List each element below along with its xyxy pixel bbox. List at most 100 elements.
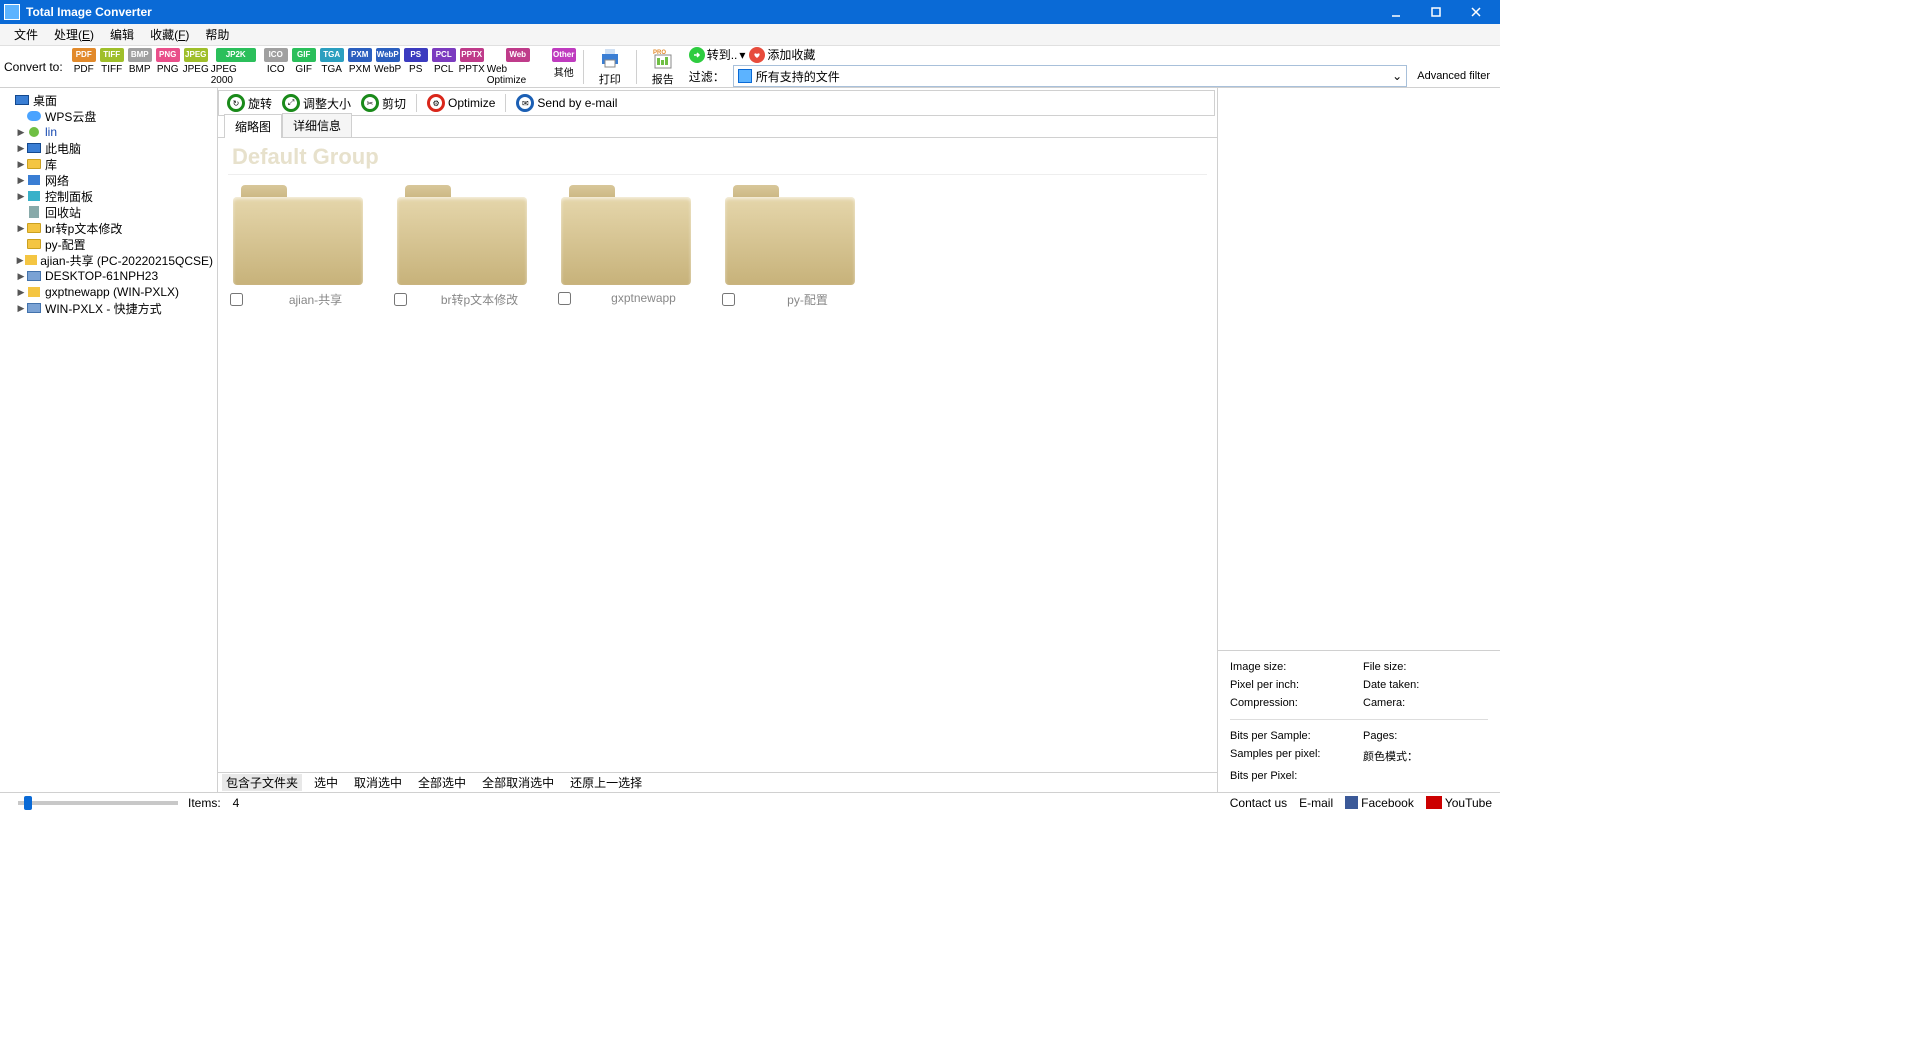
tree-label: ajian-共享 (PC-20220215QCSE) xyxy=(40,252,213,269)
center-panel: ↻旋转 ⤢调整大小 ✂剪切 ⚙Optimize ✉Send by e-mail … xyxy=(218,88,1218,792)
maximize-button[interactable] xyxy=(1416,0,1456,24)
format-pdf-button[interactable]: PDFPDF xyxy=(71,48,97,86)
expand-icon[interactable]: ▶ xyxy=(16,303,26,314)
meta-date-taken: Date taken: xyxy=(1363,679,1488,691)
expand-icon[interactable]: ▶ xyxy=(16,175,26,186)
format-pcl-button[interactable]: PCLPCL xyxy=(431,48,457,86)
format-pxm-button[interactable]: PXMPXM xyxy=(347,48,373,86)
format-tga-button[interactable]: TGA TGA xyxy=(319,48,345,86)
expand-icon[interactable]: ▶ xyxy=(16,255,24,266)
format-bmp-button[interactable]: BMPBMP xyxy=(127,48,153,86)
folder-icon xyxy=(725,185,855,285)
close-button[interactable] xyxy=(1456,0,1496,24)
restore-selection-button[interactable]: 还原上一选择 xyxy=(566,774,646,791)
expand-icon[interactable]: ▶ xyxy=(16,143,26,154)
optimize-button[interactable]: ⚙Optimize xyxy=(427,94,495,112)
menu-process[interactable]: 处理(E) xyxy=(46,24,102,45)
tab-thumbnail[interactable]: 缩略图 xyxy=(224,114,282,138)
folder-checkbox[interactable] xyxy=(722,293,735,306)
format-badge-icon: Other xyxy=(552,48,576,62)
crop-button[interactable]: ✂剪切 xyxy=(361,94,406,112)
slider-thumb[interactable] xyxy=(24,796,32,810)
format-badge-icon: ICO xyxy=(264,48,288,62)
folder-checkbox[interactable] xyxy=(558,292,571,305)
share-icon xyxy=(26,285,42,299)
add-favorite-button[interactable]: 添加收藏 xyxy=(749,46,815,63)
format-badge-icon: TGA xyxy=(320,48,344,62)
folder-name: br转p文本修改 xyxy=(427,291,532,308)
tree-label: 网络 xyxy=(45,172,69,189)
tree-item[interactable]: ▶ ajian-共享 (PC-20220215QCSE) xyxy=(2,252,215,268)
tree-item[interactable]: ▶ 网络 xyxy=(2,172,215,188)
folder-thumbnail[interactable]: py-配置 xyxy=(720,185,860,308)
tree-item[interactable]: ▶控制面板 xyxy=(2,188,215,204)
expand-icon[interactable]: ▶ xyxy=(16,223,26,234)
deselect-button[interactable]: 取消选中 xyxy=(350,774,406,791)
format-其他-button[interactable]: Other 其他 xyxy=(551,48,577,86)
menu-file[interactable]: 文件 xyxy=(6,24,46,45)
preview-area xyxy=(1218,88,1500,651)
format-jpeg-button[interactable]: JPEGJPEG xyxy=(183,48,209,86)
tree-item[interactable]: WPS云盘 xyxy=(2,108,215,124)
format-badge-icon: PDF xyxy=(72,48,96,62)
minimize-button[interactable] xyxy=(1376,0,1416,24)
folder-checkbox[interactable] xyxy=(394,293,407,306)
tree-item[interactable]: ▶库 xyxy=(2,156,215,172)
format-web-optimize-button[interactable]: WebWeb Optimize xyxy=(487,48,549,86)
format-ico-button[interactable]: ICOICO xyxy=(263,48,289,86)
folder-thumbnail[interactable]: ajian-共享 xyxy=(228,185,368,308)
menu-edit[interactable]: 编辑 xyxy=(102,24,142,45)
resize-button[interactable]: ⤢调整大小 xyxy=(282,94,351,112)
tree-item[interactable]: 桌面 xyxy=(2,92,215,108)
include-subfolders-button[interactable]: 包含子文件夹 xyxy=(222,774,302,791)
window-title: Total Image Converter xyxy=(26,5,1376,19)
tree-item[interactable]: ▶br转p文本修改 xyxy=(2,220,215,236)
expand-icon[interactable]: ▶ xyxy=(16,127,26,138)
tree-item[interactable]: ▶此电脑 xyxy=(2,140,215,156)
tree-item[interactable]: ▶lin xyxy=(2,124,215,140)
tree-item[interactable]: py-配置 xyxy=(2,236,215,252)
monitor-icon xyxy=(26,141,42,155)
folder-thumbnail[interactable]: gxptnewapp xyxy=(556,185,696,308)
format-gif-button[interactable]: GIFGIF xyxy=(291,48,317,86)
rotate-button[interactable]: ↻旋转 xyxy=(227,94,272,112)
tree-item[interactable]: ▶DESKTOP-61NPH23 xyxy=(2,268,215,284)
tab-detail[interactable]: 详细信息 xyxy=(282,113,352,137)
folder-thumbnail[interactable]: br转p文本修改 xyxy=(392,185,532,308)
report-button[interactable]: PRO 报告 xyxy=(643,46,683,87)
facebook-link[interactable]: Facebook xyxy=(1345,796,1414,810)
expand-icon[interactable]: ▶ xyxy=(16,191,26,202)
expand-icon[interactable]: ▶ xyxy=(16,271,26,282)
youtube-link[interactable]: YouTube xyxy=(1426,796,1492,810)
deselect-all-button[interactable]: 全部取消选中 xyxy=(478,774,558,791)
filter-dropdown[interactable]: 所有支持的文件 ⌄ xyxy=(733,65,1408,87)
format-label: TGA xyxy=(321,64,342,75)
format-png-button[interactable]: PNGPNG xyxy=(155,48,181,86)
select-all-button[interactable]: 全部选中 xyxy=(414,774,470,791)
format-pptx-button[interactable]: PPTXPPTX xyxy=(459,48,485,86)
menu-help[interactable]: 帮助 xyxy=(197,24,237,45)
format-buttons: PDFPDFTIFFTIFFBMPBMPPNGPNGJPEGJPEGJP2KJP… xyxy=(71,48,577,86)
send-email-button[interactable]: ✉Send by e-mail xyxy=(516,94,617,112)
tree-item[interactable]: 回收站 xyxy=(2,204,215,220)
select-button[interactable]: 选中 xyxy=(310,774,342,791)
menu-favorite[interactable]: 收藏(F) xyxy=(142,24,197,45)
zoom-slider[interactable] xyxy=(18,801,178,805)
tree-label: 回收站 xyxy=(45,204,81,221)
print-button[interactable]: 打印 xyxy=(590,46,630,87)
advanced-filter-link[interactable]: Advanced filter xyxy=(1417,70,1490,82)
email-link[interactable]: E-mail xyxy=(1299,796,1333,810)
format-webp-button[interactable]: WebPWebP xyxy=(375,48,401,86)
format-ps-button[interactable]: PSPS xyxy=(403,48,429,86)
tree-item[interactable]: ▶gxptnewapp (WIN-PXLX) xyxy=(2,284,215,300)
format-jpeg-2000-button[interactable]: JP2KJPEG 2000 xyxy=(211,48,261,86)
contact-link[interactable]: Contact us xyxy=(1230,796,1287,810)
format-label: 其他 xyxy=(554,64,574,79)
tree-item[interactable]: ▶WIN-PXLX - 快捷方式 xyxy=(2,300,215,316)
folder-checkbox[interactable] xyxy=(230,293,243,306)
toolbar-right: 转到..▾ 添加收藏 过滤： 所有支持的文件 ⌄ Advanced filter xyxy=(689,46,1496,87)
expand-icon[interactable]: ▶ xyxy=(16,287,26,298)
format-tiff-button[interactable]: TIFFTIFF xyxy=(99,48,125,86)
expand-icon[interactable]: ▶ xyxy=(16,159,26,170)
goto-button[interactable]: 转到..▾ xyxy=(689,46,746,63)
